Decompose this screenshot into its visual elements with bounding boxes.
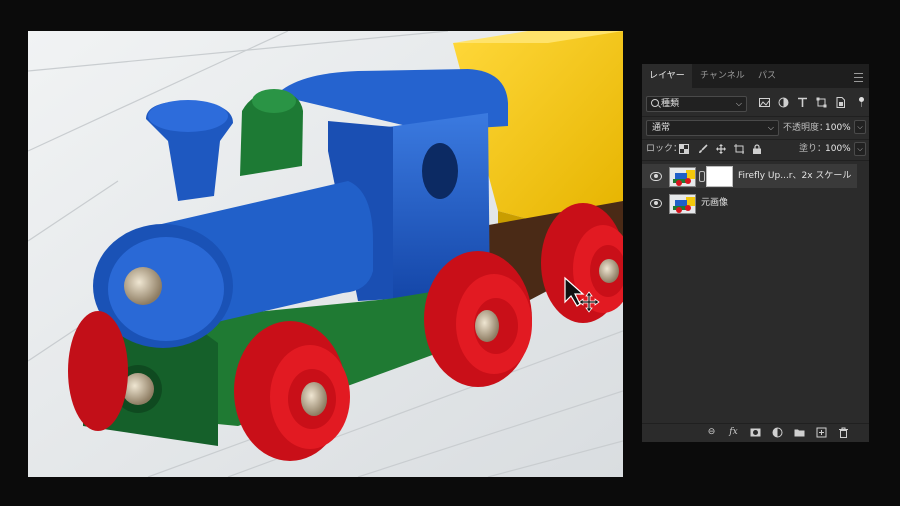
fill-label: 塗り： xyxy=(799,144,827,154)
layer-row[interactable]: 元画像 xyxy=(642,191,857,215)
tab-paths[interactable]: パス xyxy=(751,64,783,88)
layer-filter-kind-select[interactable]: 種類 ⌵ xyxy=(646,96,747,112)
tab-layers[interactable]: レイヤー xyxy=(642,64,692,88)
lock-artboard-icon[interactable] xyxy=(734,144,744,154)
layer-thumbnail xyxy=(669,167,696,187)
layer-name[interactable]: Firefly Up...r、2x スケール xyxy=(738,164,851,188)
tab-channels[interactable]: チャンネル xyxy=(693,64,752,88)
blend-mode-value: 通常 xyxy=(652,123,671,133)
opacity-dropdown-button[interactable]: ⌵ xyxy=(854,120,866,134)
filter-shape-layers-icon[interactable] xyxy=(816,97,827,108)
fill-value[interactable]: 100% xyxy=(825,142,851,156)
link-layers-icon[interactable]: ⊖ xyxy=(706,427,717,438)
filter-type-layers-icon[interactable] xyxy=(797,97,808,108)
opacity-label: 不透明度： xyxy=(783,123,829,133)
panel-menu-icon[interactable] xyxy=(854,73,863,82)
opacity-value[interactable]: 100% xyxy=(825,121,851,135)
layer-effects-fx-icon[interactable]: fx xyxy=(728,427,739,438)
new-group-folder-icon[interactable] xyxy=(794,427,805,438)
panel-tab-bar: レイヤー チャンネル パス xyxy=(642,64,869,88)
toy-train-photo xyxy=(28,31,623,477)
lock-position-move-icon[interactable] xyxy=(716,144,726,154)
layers-panel: レイヤー チャンネル パス 種類 ⌵ 通常 ⌵ 不透明度： 100% ⌵ ロック… xyxy=(642,64,869,442)
lock-label: ロック： xyxy=(646,144,683,154)
lock-transparent-pixels-icon[interactable] xyxy=(679,144,689,154)
eye-visibility-icon[interactable] xyxy=(650,199,662,208)
add-layer-mask-icon[interactable] xyxy=(750,427,761,438)
layer-name[interactable]: 元画像 xyxy=(701,191,728,215)
layer-mask-thumbnail[interactable] xyxy=(706,166,733,187)
eye-visibility-icon[interactable] xyxy=(650,172,662,181)
blend-mode-select[interactable]: 通常 ⌵ xyxy=(646,120,779,136)
new-layer-icon[interactable] xyxy=(816,427,827,438)
lock-image-pixels-brush-icon[interactable] xyxy=(698,144,708,154)
chevron-down-icon: ⌵ xyxy=(735,99,742,108)
filter-kind-label: 種類 xyxy=(661,99,680,109)
fill-dropdown-button[interactable]: ⌵ xyxy=(854,142,866,156)
filter-smart-objects-icon[interactable] xyxy=(835,97,846,108)
search-icon xyxy=(651,99,659,107)
layer-thumbnail xyxy=(669,194,696,214)
filter-pixel-layers-icon[interactable] xyxy=(759,97,770,108)
new-adjustment-layer-icon[interactable] xyxy=(772,427,783,438)
layers-panel-footer: ⊖ fx xyxy=(642,423,869,442)
mask-link-chain-icon[interactable] xyxy=(699,171,705,182)
chevron-down-icon: ⌵ xyxy=(767,123,774,132)
document-canvas[interactable] xyxy=(28,31,623,477)
move-tool-cursor-icon xyxy=(564,276,600,313)
delete-layer-trash-icon[interactable] xyxy=(838,427,849,438)
lock-all-icon[interactable] xyxy=(752,144,762,154)
filter-adjustment-layers-icon[interactable] xyxy=(778,97,789,108)
layer-row[interactable]: Firefly Up...r、2x スケール xyxy=(642,164,857,188)
filter-toggle-switch[interactable] xyxy=(859,97,864,107)
